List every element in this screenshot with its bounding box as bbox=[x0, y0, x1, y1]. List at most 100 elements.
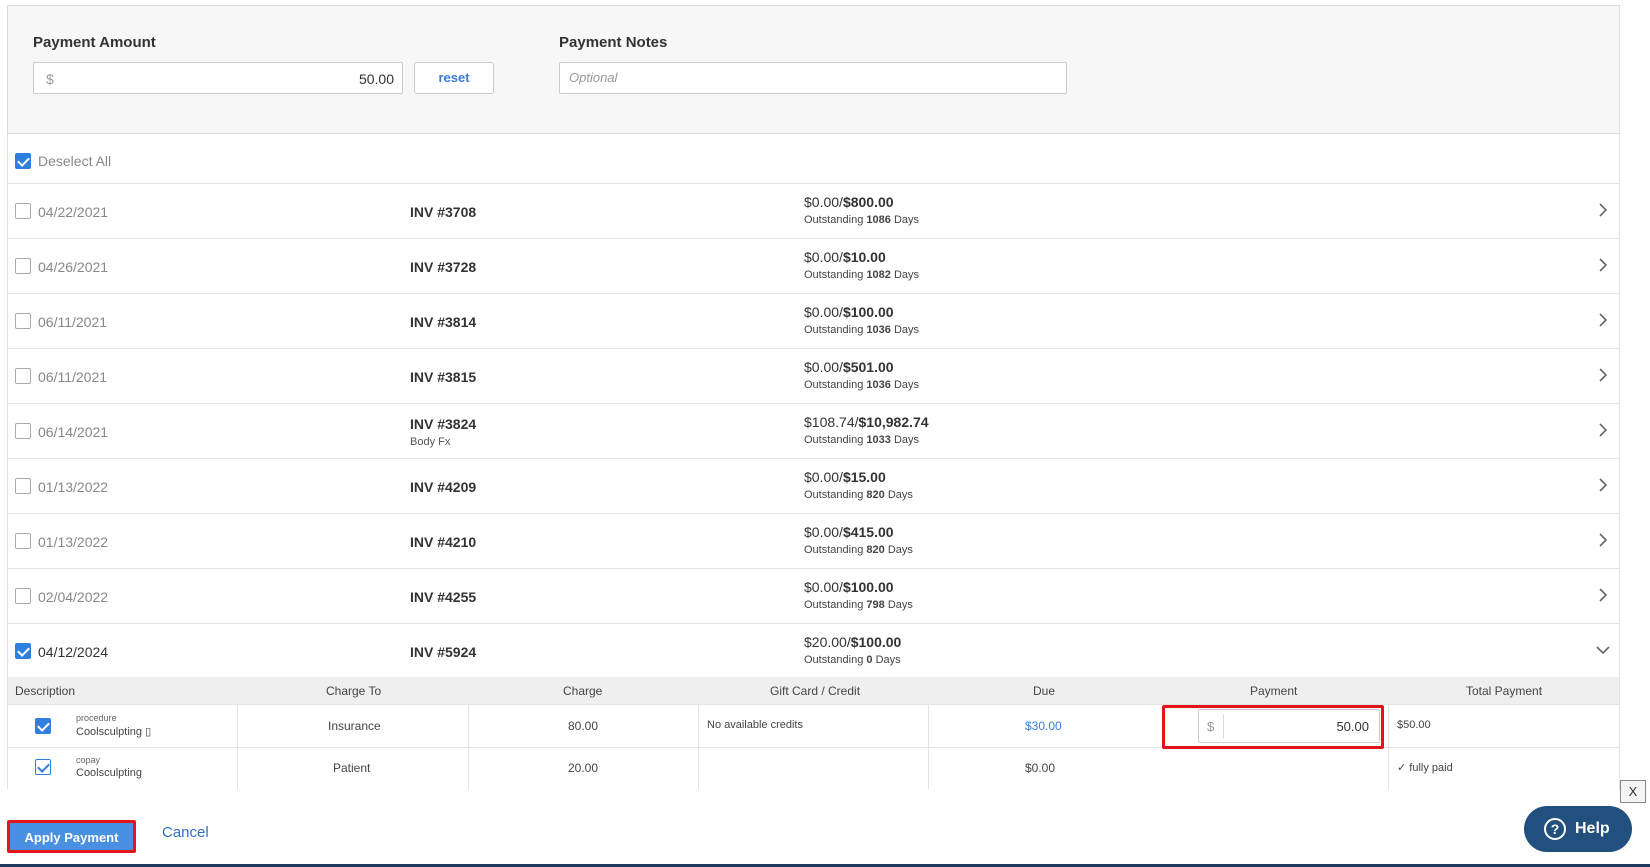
payment-amount-value: 50.00 bbox=[358, 71, 394, 87]
chevron-right-icon[interactable] bbox=[1595, 422, 1611, 438]
invoice-outstanding: Outstanding 1082 Days bbox=[804, 269, 919, 281]
invoice-date: 04/22/2021 bbox=[38, 204, 109, 220]
invoice-row[interactable]: 01/13/2022 INV #4210 $0.00/$415.00 Outst… bbox=[8, 514, 1619, 569]
line-item-total-payment: $50.00 bbox=[1397, 719, 1431, 731]
invoice-number: INV #3824 bbox=[410, 416, 477, 432]
apply-payment-button[interactable]: Apply Payment bbox=[7, 820, 136, 853]
invoice-row[interactable]: 04/22/2021 INV #3708 $0.00/$800.00 Outst… bbox=[8, 184, 1619, 239]
line-item-charge: 80.00 bbox=[568, 719, 599, 733]
invoice-amount: $20.00/$100.00 bbox=[804, 634, 902, 650]
invoice-amount: $0.00/$10.00 bbox=[804, 249, 886, 265]
invoice-row[interactable]: 04/26/2021 INV #3728 $0.00/$10.00 Outsta… bbox=[8, 239, 1619, 294]
detail-row-copay: copay Coolsculpting Patient 20.00 $0.00 … bbox=[8, 747, 1619, 789]
invoice-row[interactable]: 06/11/2021 INV #3815 $0.00/$501.00 Outst… bbox=[8, 349, 1619, 404]
invoice-checkbox[interactable] bbox=[15, 203, 31, 219]
invoice-outstanding: Outstanding 0 Days bbox=[804, 654, 901, 666]
invoice-date: 02/04/2022 bbox=[38, 589, 109, 605]
invoice-outstanding: Outstanding 1086 Days bbox=[804, 214, 919, 226]
invoice-outstanding: Outstanding 820 Days bbox=[804, 489, 913, 501]
invoice-row[interactable]: 06/14/2021 INV #3824 Body Fx $108.74/$10… bbox=[8, 404, 1619, 459]
invoice-number: INV #4209 bbox=[410, 479, 477, 495]
line-item-due: $0.00 bbox=[1025, 761, 1056, 775]
line-item-name: Coolsculpting ▯ bbox=[76, 726, 152, 738]
invoice-number: INV #4210 bbox=[410, 534, 477, 550]
chevron-right-icon[interactable] bbox=[1595, 257, 1611, 273]
column-charge-to: Charge To bbox=[326, 684, 382, 698]
invoice-checkbox[interactable] bbox=[15, 643, 31, 659]
invoice-amount: $0.00/$100.00 bbox=[804, 579, 894, 595]
detail-table-header: Description Charge To Charge Gift Card /… bbox=[8, 677, 1619, 704]
invoice-checkbox[interactable] bbox=[15, 533, 31, 549]
chevron-right-icon[interactable] bbox=[1595, 202, 1611, 218]
column-description: Description bbox=[15, 684, 76, 698]
line-item-due-link[interactable]: $30.00 bbox=[1025, 719, 1062, 733]
column-charge: Charge bbox=[563, 684, 603, 698]
invoice-subtitle: Body Fx bbox=[410, 436, 451, 448]
line-item-type: procedure bbox=[76, 713, 117, 723]
chevron-right-icon[interactable] bbox=[1595, 477, 1611, 493]
line-item-charge-to: Insurance bbox=[328, 719, 381, 733]
invoice-amount: $0.00/$100.00 bbox=[804, 304, 894, 320]
close-button[interactable]: X bbox=[1620, 780, 1646, 803]
invoice-checkbox[interactable] bbox=[15, 258, 31, 274]
invoice-checkbox[interactable] bbox=[15, 368, 31, 384]
line-item-checkbox[interactable] bbox=[35, 718, 51, 734]
line-item-total-payment: ✓ fully paid bbox=[1397, 762, 1453, 774]
payment-amount-label: Payment Amount bbox=[33, 34, 156, 51]
column-total-payment: Total Payment bbox=[1466, 684, 1543, 698]
help-label: Help bbox=[1575, 820, 1610, 837]
line-item-checkbox[interactable] bbox=[35, 759, 51, 775]
invoice-checkbox[interactable] bbox=[15, 478, 31, 494]
invoice-number: INV #3815 bbox=[410, 369, 477, 385]
invoice-amount: $108.74/$10,982.74 bbox=[804, 414, 929, 430]
invoice-list: Deselect All 04/22/2021 INV #3708 $0.00/… bbox=[7, 134, 1620, 789]
line-item-credit: No available credits bbox=[707, 719, 803, 731]
invoice-number: INV #3728 bbox=[410, 259, 477, 275]
invoice-row[interactable]: 06/11/2021 INV #3814 $0.00/$100.00 Outst… bbox=[8, 294, 1619, 349]
deselect-all-label[interactable]: Deselect All bbox=[38, 153, 111, 169]
invoice-date: 06/11/2021 bbox=[38, 369, 108, 385]
invoice-outstanding: Outstanding 1036 Days bbox=[804, 379, 919, 391]
invoice-outstanding: Outstanding 1033 Days bbox=[804, 434, 919, 446]
invoice-row-expanded[interactable]: 04/12/2024 INV #5924 $20.00/$100.00 Outs… bbox=[8, 624, 1619, 679]
invoice-number: INV #4255 bbox=[410, 589, 477, 605]
column-due: Due bbox=[1033, 684, 1056, 698]
invoice-amount: $0.00/$800.00 bbox=[804, 194, 894, 210]
line-item-charge: 20.00 bbox=[568, 761, 599, 775]
payment-panel: Payment Amount $ 50.00 reset Payment Not… bbox=[7, 5, 1620, 134]
invoice-row[interactable]: 02/04/2022 INV #4255 $0.00/$100.00 Outst… bbox=[8, 569, 1619, 624]
chevron-right-icon[interactable] bbox=[1595, 587, 1611, 603]
reset-button[interactable]: reset bbox=[414, 62, 494, 94]
invoice-number: INV #3708 bbox=[410, 204, 477, 220]
payment-input-highlight bbox=[1162, 705, 1384, 749]
column-payment: Payment bbox=[1250, 684, 1298, 698]
invoice-date: 06/14/2021 bbox=[38, 424, 109, 440]
deselect-all-checkbox[interactable] bbox=[15, 153, 31, 169]
invoice-date: 01/13/2022 bbox=[38, 479, 109, 495]
chevron-right-icon[interactable] bbox=[1595, 312, 1611, 328]
invoice-amount: $0.00/$501.00 bbox=[804, 359, 894, 375]
payment-amount-input[interactable]: $ 50.00 bbox=[33, 62, 403, 94]
chevron-right-icon[interactable] bbox=[1595, 532, 1611, 548]
chevron-down-icon[interactable] bbox=[1595, 642, 1611, 658]
invoice-checkbox[interactable] bbox=[15, 423, 31, 439]
apply-payment-page: Payment Amount $ 50.00 reset Payment Not… bbox=[0, 0, 1650, 867]
question-mark-icon: ? bbox=[1544, 818, 1566, 840]
line-item-charge-to: Patient bbox=[333, 761, 371, 775]
payment-notes-input[interactable]: Optional bbox=[559, 62, 1067, 94]
invoice-checkbox[interactable] bbox=[15, 588, 31, 604]
invoice-checkbox[interactable] bbox=[15, 313, 31, 329]
invoice-date: 01/13/2022 bbox=[38, 534, 109, 550]
invoice-row[interactable]: 01/13/2022 INV #4209 $0.00/$15.00 Outsta… bbox=[8, 459, 1619, 514]
invoice-date: 04/26/2021 bbox=[38, 259, 109, 275]
invoice-outstanding: Outstanding 820 Days bbox=[804, 544, 913, 556]
chevron-right-icon[interactable] bbox=[1595, 367, 1611, 383]
invoice-date: 06/11/2021 bbox=[38, 314, 108, 330]
help-button[interactable]: ? Help bbox=[1524, 806, 1632, 852]
line-item-type: copay bbox=[76, 755, 101, 765]
invoice-amount: $0.00/$15.00 bbox=[804, 469, 886, 485]
payment-notes-label: Payment Notes bbox=[559, 34, 668, 51]
invoice-outstanding: Outstanding 798 Days bbox=[804, 599, 913, 611]
invoice-number: INV #3814 bbox=[410, 314, 477, 330]
cancel-link[interactable]: Cancel bbox=[162, 824, 209, 841]
